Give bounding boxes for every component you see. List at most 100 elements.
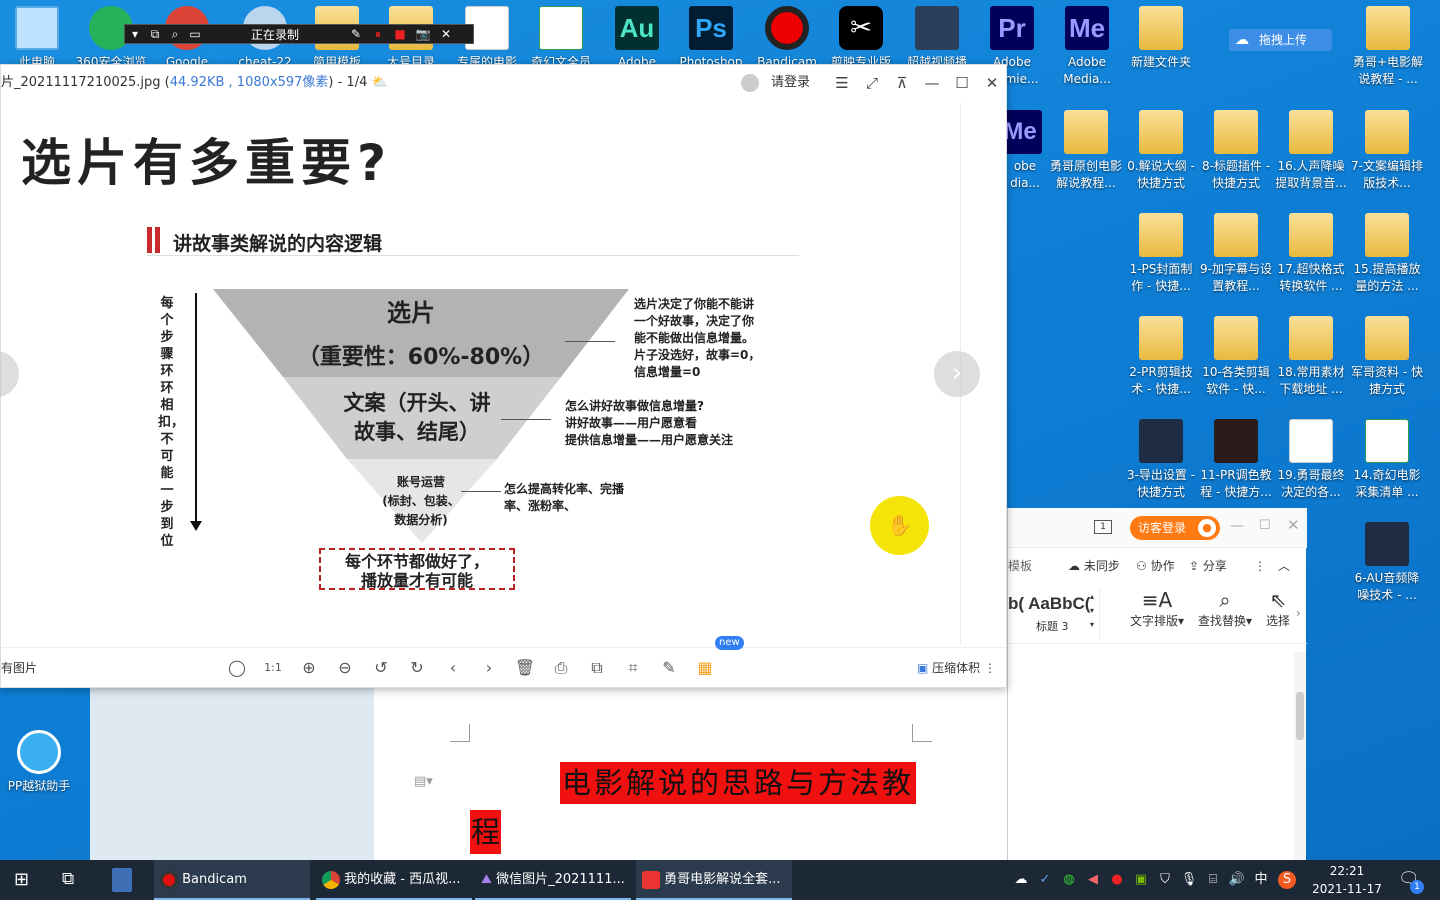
desktop-icon-pp-assistant[interactable]: PP越狱助手 xyxy=(0,724,78,824)
print-icon[interactable]: ⎙ xyxy=(548,648,574,688)
mic-icon[interactable]: 🎙 xyxy=(1180,871,1198,889)
clock[interactable]: 22:21 2021-11-17 xyxy=(1308,862,1386,898)
image-viewer-window[interactable]: 片_20211117210025.jpg (44.92KB , 1080x597… xyxy=(0,64,1007,688)
user-avatar-icon[interactable] xyxy=(741,74,759,92)
find-replace-button[interactable]: ⌕ 查找替换▾ xyxy=(1198,588,1252,629)
search-icon[interactable]: ⌕ xyxy=(165,27,185,42)
collapse-ribbon-icon[interactable]: ︿ xyxy=(1278,552,1290,580)
desktop-icon-new-folder[interactable]: 新建文件夹 xyxy=(1124,0,1198,100)
desktop-icon-19[interactable]: 6-AU音频降噪技术 - ... xyxy=(1350,516,1424,616)
desktop-icon-yongge-tutorial[interactable]: 勇哥+电影解说教程 - ... xyxy=(1350,0,1426,100)
zoom-in-icon[interactable]: ⊕ xyxy=(296,648,322,688)
task-wps[interactable]: 勇哥电影解说全套... xyxy=(636,860,792,900)
pin-icon[interactable]: ⊼ xyxy=(887,65,917,101)
sogou-icon[interactable]: S xyxy=(1278,871,1296,889)
compress-button[interactable]: ▣ 压缩体积 ⋮ xyxy=(917,648,996,688)
menu-icon[interactable]: ☰ xyxy=(827,65,857,101)
delete-icon[interactable]: 🗑 xyxy=(512,648,538,688)
pen-icon[interactable]: ✎ xyxy=(345,27,367,41)
paragraph-icon[interactable]: ▤▾ xyxy=(414,774,433,789)
desktop-icon-7[interactable]: 1-PS封面制作 - 快捷... xyxy=(1124,207,1198,307)
login-link[interactable]: 请登录 xyxy=(771,65,810,101)
network-icon[interactable]: ⌸ xyxy=(1204,871,1222,889)
volume-icon[interactable]: 🔊 xyxy=(1228,871,1246,889)
nvidia-icon[interactable]: ▣ xyxy=(1132,871,1150,889)
task-photo[interactable]: ⛰ 微信图片_2021111... xyxy=(475,860,631,900)
desktop-icon-5[interactable]: 16.人声降噪提取背景音... xyxy=(1274,104,1348,204)
upload-button[interactable]: ☁ 拖拽上传 xyxy=(1229,29,1332,51)
maximize-icon[interactable]: ☐ xyxy=(1259,518,1271,533)
shield-icon[interactable]: ⛉ xyxy=(1156,871,1174,889)
wechat-icon[interactable]: ◍ xyxy=(1060,871,1078,889)
actual-size-icon[interactable]: 1:1 xyxy=(260,648,286,688)
close-icon[interactable]: ✕ xyxy=(1287,516,1300,534)
image-canvas[interactable]: 选片有多重要? 讲故事类解说的内容逻辑 每个步骤环环相扣，不可能一步到位 选片 … xyxy=(1,103,961,645)
desktop-icon-2[interactable]: 勇哥原创电影解说教程... xyxy=(1049,104,1123,204)
close-icon[interactable]: ✕ xyxy=(435,27,457,41)
fullscreen-icon[interactable]: ⤢ xyxy=(857,65,887,101)
desktop-icon-8[interactable]: 9-加字幕与设置教程... xyxy=(1199,207,1273,307)
task-view-icon[interactable]: ⧉ xyxy=(62,869,74,889)
pause-icon[interactable]: ⏸ xyxy=(367,27,389,42)
cloud-upload-icon[interactable]: ⛅ xyxy=(372,75,388,90)
copy-icon[interactable]: ⧉ xyxy=(584,648,610,688)
next-icon[interactable]: › xyxy=(476,648,502,688)
task-bandicam[interactable]: Bandicam xyxy=(154,860,310,900)
region-icon[interactable]: ▭ xyxy=(185,27,205,41)
calculator-icon[interactable] xyxy=(112,868,132,892)
guest-login-button[interactable]: 访客登录 ● xyxy=(1130,516,1220,540)
desktop-icon-16[interactable]: 11-PR调色教程 - 快捷方... xyxy=(1199,413,1273,513)
next-image-button[interactable]: › xyxy=(934,351,980,397)
dropdown-icon[interactable]: ▾ xyxy=(125,27,145,41)
edit-icon[interactable]: ✎ xyxy=(656,648,682,688)
desktop-icon-4[interactable]: 8-标题插件 - 快捷方式 xyxy=(1199,104,1273,204)
desktop-icon-14[interactable]: 军哥资料 - 快捷方式 xyxy=(1350,310,1424,410)
minimize-icon[interactable]: — xyxy=(917,65,947,101)
maximize-icon[interactable]: ☐ xyxy=(947,65,977,101)
apps-icon[interactable]: ▦ xyxy=(692,648,718,688)
record-tray-icon[interactable]: ● xyxy=(1108,871,1126,889)
menu-template[interactable]: 模板 xyxy=(1008,552,1032,580)
audio-icon[interactable]: ◀ xyxy=(1084,871,1102,889)
camera-icon[interactable]: 📷 xyxy=(411,27,435,41)
desktop-icon-media-encoder[interactable]: Me Adobe Media... xyxy=(1050,0,1124,100)
desktop-icon-11[interactable]: 2-PR剪辑技术 - 快捷... xyxy=(1124,310,1198,410)
desktop-icon-18[interactable]: 14.奇幻电影采集清单 ... xyxy=(1350,413,1424,513)
feishu-icon[interactable]: ✓ xyxy=(1036,871,1054,889)
desktop-icon-10[interactable]: 15.提高播放量的方法 ... xyxy=(1350,207,1424,307)
task-chrome[interactable]: 我的收藏 - 西瓜视... xyxy=(316,860,472,900)
collab-button[interactable]: ⚇ 协作 xyxy=(1136,552,1175,580)
desktop-icon-adobe-partial[interactable]: Me obe dia... xyxy=(1006,104,1044,204)
screenshot-icon[interactable]: ⌗ xyxy=(620,648,646,688)
desktop-icon-17[interactable]: 19.勇哥最终决定的各... xyxy=(1274,413,1348,513)
share-button[interactable]: ⇪ 分享 xyxy=(1189,552,1227,580)
close-icon[interactable]: ✕ xyxy=(977,65,1007,101)
zoom-out-icon[interactable]: ⊖ xyxy=(332,648,358,688)
mouse-icon[interactable]: ◯ xyxy=(224,648,250,688)
baidu-netdisk-icon[interactable]: ☁ xyxy=(1012,871,1030,889)
start-icon[interactable]: ⊞ xyxy=(14,869,29,890)
rotate-left-icon[interactable]: ↺ xyxy=(368,648,394,688)
document-page[interactable]: ▤▾ 电影解说的思路与方法教 程 xyxy=(374,688,1008,860)
minimize-icon[interactable]: — xyxy=(1230,518,1244,534)
style-gallery[interactable]: b( AaBbC( 标题 3 ▴ ▾ ▾ xyxy=(1008,588,1100,640)
recorder-toolbar[interactable]: ▾ ⧉ ⌕ ▭ 正在录制 ✎ ⏸ ■ 📷 ✕ xyxy=(124,24,474,44)
desktop-icon-3[interactable]: 0.解说大纲 - 快捷方式 xyxy=(1124,104,1198,204)
desktop-icon-12[interactable]: 10-各类剪辑软件 - 快... xyxy=(1199,310,1273,410)
wps-scrollbar[interactable] xyxy=(1294,652,1306,860)
more-icon[interactable]: ⋮ xyxy=(1254,552,1266,580)
ribbon-scroll-right-icon[interactable]: › xyxy=(1296,606,1301,620)
text-layout-button[interactable]: ≡A 文字排版▾ xyxy=(1130,588,1184,629)
window-icon[interactable]: ⧉ xyxy=(145,27,165,42)
desktop-icon-9[interactable]: 17.超快格式转换软件 ... xyxy=(1274,207,1348,307)
stop-icon[interactable]: ■ xyxy=(389,27,411,41)
wps-window[interactable]: 1 访客登录 ● — ☐ ✕ 模板 ☁ 未同步 ⚇ 协作 ⇪ 分享 ⋮ ︿ b( … xyxy=(1007,508,1307,860)
select-button[interactable]: ⇖ 选择 xyxy=(1266,588,1290,629)
doc-count-icon[interactable]: 1 xyxy=(1094,520,1112,534)
ime-indicator[interactable]: 中 xyxy=(1252,871,1270,889)
desktop-icon-13[interactable]: 18.常用素材下载地址 ... xyxy=(1274,310,1348,410)
prev-icon[interactable]: ‹ xyxy=(440,648,466,688)
desktop-icon-6[interactable]: 7-文案编辑排版技术... xyxy=(1350,104,1424,204)
rotate-right-icon[interactable]: ↻ xyxy=(404,648,430,688)
desktop-icon-15[interactable]: 3-导出设置 - 快捷方式 xyxy=(1124,413,1198,513)
